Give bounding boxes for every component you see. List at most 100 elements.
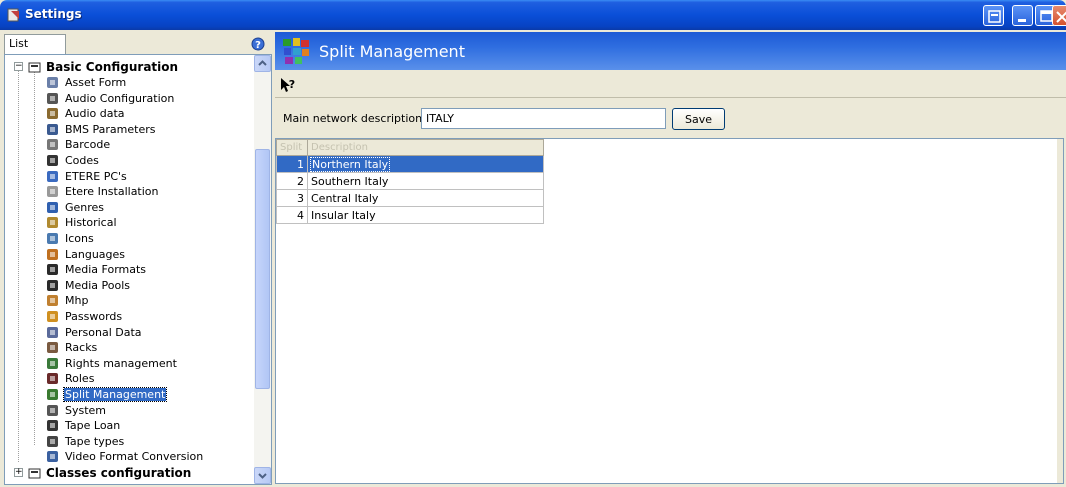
tree-item-label: Tape Loan [65,419,121,433]
grid-edge [1057,139,1063,483]
tree-item[interactable]: Tape Loan [45,418,245,433]
split-number-cell[interactable]: 3 [276,189,308,207]
tree-scrollbar[interactable] [254,55,271,484]
title-bar: Settings [0,0,1066,30]
tree-item-label: Split Management [62,387,168,402]
panel-title: Split Management [319,42,465,61]
save-button[interactable]: Save [672,108,725,130]
split-description-text: Central Italy [311,191,379,205]
right-pane: Split Management ? Main network descript… [275,32,1066,487]
tree-item[interactable]: Rights management [45,356,245,371]
group-icon [28,468,41,479]
scroll-up-button[interactable] [254,55,271,72]
column-header-split[interactable]: Split [276,139,308,156]
table-row[interactable]: 4 Insular Italy [276,206,544,224]
tree-item[interactable]: ETERE PC's [45,169,245,184]
tree-item[interactable]: Split Management [45,387,245,402]
tab-list[interactable]: List [4,34,66,54]
split-icon [47,389,58,400]
panel-header: Split Management [275,32,1066,70]
expand-icon[interactable]: + [14,468,23,477]
scroll-down-button[interactable] [254,467,271,484]
close-button[interactable] [1052,5,1066,26]
tree-item[interactable]: Racks [45,340,245,355]
tree-item[interactable]: Personal Data [45,325,245,340]
tree-item-label: Rights management [65,356,177,370]
tree-item-label: Icons [65,232,94,245]
tree-item[interactable]: Passwords [45,309,245,324]
tree-item[interactable]: Media Pools [45,278,245,293]
split-description-text: Southern Italy [311,174,389,188]
column-header-description[interactable]: Description [307,139,544,156]
tree-item[interactable]: Historical [45,215,245,230]
tree-item-label: BMS Parameters [65,122,156,136]
installation-icon [47,186,58,198]
tree-item[interactable]: System [45,403,245,418]
system-icon [47,404,58,416]
grid-header-row: Split Description [276,139,544,156]
tree-item-label: Tape types [65,434,125,448]
minimize-button[interactable] [1012,5,1033,26]
tree-item[interactable]: Tape types [45,434,245,449]
tree-item-label: Etere Installation [65,185,159,199]
split-number-cell[interactable]: 4 [276,206,308,224]
left-pane: List ? − Basic Configuration Asset Form A… [4,32,272,485]
tape-loan-icon [47,420,58,432]
settings-tree[interactable]: − Basic Configuration Asset Form Audio Co… [4,54,272,485]
barcode-icon [47,139,58,151]
split-description-cell[interactable]: Northern Italy [307,155,544,173]
tree-content: − Basic Configuration Asset Form Audio Co… [5,55,255,484]
table-row[interactable]: 3 Central Italy [276,189,544,207]
tree-item[interactable]: Asset Form [45,75,245,90]
tree-item-label: Media Formats [65,263,147,277]
help-window-button[interactable] [983,5,1004,26]
tree-node-label: Classes configuration [46,466,192,480]
languages-icon [47,248,58,260]
tree-item-label: ETERE PC's [65,169,127,183]
split-description-cell[interactable]: Southern Italy [307,172,544,190]
tree-item[interactable]: Media Formats [45,262,245,277]
codes-icon [47,155,58,166]
pc-icon [47,170,58,182]
tree-item-label: Historical [65,216,117,230]
split-description-text: Insular Italy [311,208,376,222]
roles-icon [47,373,58,385]
tree-item-label: Mhp [65,294,89,308]
tree-item[interactable]: Etere Installation [45,184,245,199]
tree-item[interactable]: Genres [45,200,245,215]
collapse-icon[interactable]: − [14,62,23,71]
split-description-cell[interactable]: Central Italy [307,189,544,207]
tree-item[interactable]: Audio data [45,106,245,121]
tree-node-classes-configuration[interactable]: + Classes configuration [14,465,254,481]
tree-item[interactable]: Roles [45,371,245,386]
personal-data-icon [47,326,58,338]
whats-this-help-icon[interactable]: ? [279,76,297,94]
tree-item-label: Barcode [65,138,111,152]
split-table: Split Description 1 Northern Italy 2 Southe… [276,139,544,224]
tree-item[interactable]: Icons [45,231,245,246]
help-icon[interactable]: ? [251,37,265,51]
tree-item-label: Racks [65,341,98,355]
tree-item-label: Roles [65,372,95,386]
tree-item[interactable]: Codes [45,153,245,168]
split-grid[interactable]: Split Description 1 Northern Italy 2 Southe… [275,138,1064,484]
tree-item[interactable]: Languages [45,247,245,262]
split-number-cell[interactable]: 2 [276,172,308,190]
tree-item[interactable]: Mhp [45,293,245,308]
table-row[interactable]: 1 Northern Italy [276,155,544,173]
tree-node-basic-configuration[interactable]: − Basic Configuration [14,59,254,75]
tree-item-label: Passwords [65,310,123,323]
split-number-cell[interactable]: 1 [276,155,308,173]
split-management-icon [283,38,309,64]
tree-item[interactable]: BMS Parameters [45,122,245,137]
tree-node-label: Basic Configuration [46,60,179,74]
split-description-text: Northern Italy [309,156,391,172]
tree-item[interactable]: Audio Configuration [45,91,245,106]
tree-item[interactable]: Barcode [45,137,245,152]
table-row[interactable]: 2 Southern Italy [276,172,544,190]
scroll-thumb[interactable] [255,149,270,389]
network-description-input[interactable] [421,108,666,129]
split-description-cell[interactable]: Insular Italy [307,206,544,224]
tree-item[interactable]: Video Format Conversion [45,449,245,464]
media-pools-icon [47,279,58,291]
